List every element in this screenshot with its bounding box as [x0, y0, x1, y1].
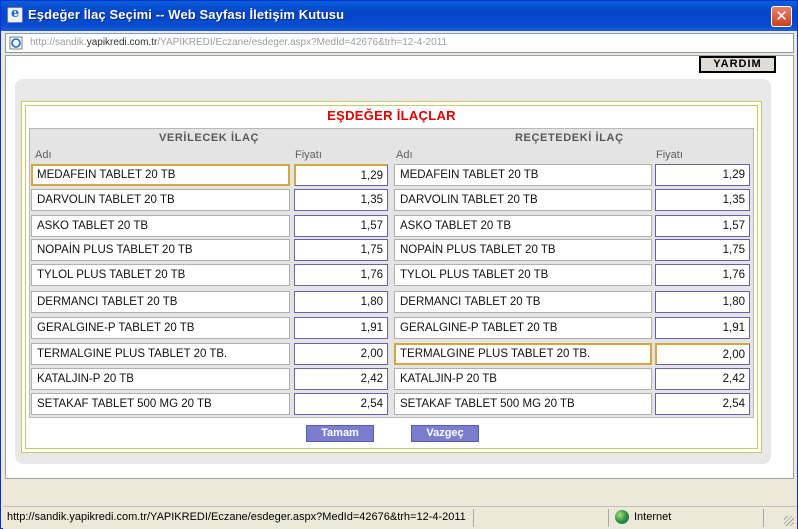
ie-page-icon — [7, 6, 23, 23]
address-suffix: /YAPIKREDI/Eczane/esdeger.aspx?MedId=426… — [157, 37, 448, 48]
resize-grip-icon[interactable] — [784, 516, 794, 526]
left-price-header: Fiyatı — [295, 149, 322, 161]
right-medicine-name-field[interactable]: KATALJIN-P 20 TB — [394, 368, 652, 390]
right-medicine-price-field[interactable]: 1,76 — [655, 264, 750, 286]
left-column-title: VERİLECEK İLAÇ — [159, 132, 260, 144]
page-title: EŞDEĞER İLAÇLAR — [327, 108, 456, 123]
left-medicine-name-field[interactable]: NOPAİN PLUS TABLET 20 TB — [31, 239, 290, 261]
left-medicine-name-field[interactable]: ASKO TABLET 20 TB — [31, 215, 290, 237]
title-bar[interactable]: Eşdeğer İlaç Seçimi -- Web Sayfası İleti… — [1, 1, 797, 31]
close-button[interactable]: ✕ — [771, 6, 792, 27]
right-medicine-name-field[interactable]: DARVOLIN TABLET 20 TB — [394, 189, 652, 211]
left-medicine-price-field[interactable]: 2,42 — [294, 368, 388, 390]
right-medicine-name-field[interactable]: DERMANCI TABLET 20 TB — [394, 291, 652, 313]
help-button[interactable]: YARDIM — [699, 56, 776, 73]
dialog-window: Eşdeğer İlaç Seçimi -- Web Sayfası İleti… — [0, 0, 798, 529]
right-medicine-price-field[interactable]: 1,57 — [655, 215, 750, 237]
right-medicine-name-field[interactable]: MEDAFEIN TABLET 20 TB — [394, 164, 652, 186]
window-title: Eşdeğer İlaç Seçimi -- Web Sayfası İleti… — [28, 7, 345, 22]
right-column-title: REÇETEDEKİ İLAÇ — [515, 132, 624, 144]
status-divider — [763, 509, 764, 527]
status-bar: http://sandik.yapikredi.com.tr/YAPIKREDI… — [3, 506, 797, 529]
left-medicine-price-field[interactable]: 1,35 — [294, 189, 388, 211]
left-name-header: Adı — [35, 149, 52, 161]
left-medicine-price-field[interactable]: 1,75 — [294, 239, 388, 261]
left-medicine-price-field[interactable]: 2,54 — [294, 393, 388, 415]
right-medicine-price-field[interactable]: 2,42 — [655, 368, 750, 390]
right-medicine-price-field[interactable]: 2,00 — [655, 343, 750, 365]
right-price-header: Fiyatı — [656, 149, 683, 161]
address-host: yapikredi.com.tr — [86, 37, 158, 48]
left-medicine-name-field[interactable]: KATALJIN-P 20 TB — [31, 368, 290, 390]
left-medicine-price-field[interactable]: 1,29 — [294, 164, 388, 186]
right-medicine-price-field[interactable]: 1,91 — [655, 317, 750, 339]
right-medicine-name-field[interactable]: TERMALGINE PLUS TABLET 20 TB. — [394, 343, 652, 365]
left-medicine-name-field[interactable]: SETAKAF TABLET 500 MG 20 TB — [31, 393, 290, 415]
status-zone: Internet — [634, 511, 672, 523]
left-medicine-name-field[interactable]: DERMANCI TABLET 20 TB — [31, 291, 290, 313]
right-medicine-name-field[interactable]: SETAKAF TABLET 500 MG 20 TB — [394, 393, 652, 415]
status-divider — [608, 509, 609, 527]
right-medicine-name-field[interactable]: ASKO TABLET 20 TB — [394, 215, 652, 237]
right-medicine-price-field[interactable]: 1,29 — [655, 164, 750, 186]
right-medicine-name-field[interactable]: TYLOL PLUS TABLET 20 TB — [394, 264, 652, 286]
internet-zone-icon — [615, 510, 629, 524]
left-medicine-price-field[interactable]: 1,76 — [294, 264, 388, 286]
status-url: http://sandik.yapikredi.com.tr/YAPIKREDI… — [7, 511, 466, 523]
right-name-header: Adı — [396, 149, 413, 161]
address-bar: http://sandik.yapikredi.com.tr/YAPIKREDI… — [5, 33, 794, 53]
cancel-button[interactable]: Vazgeç — [411, 425, 479, 442]
right-medicine-price-field[interactable]: 1,80 — [655, 291, 750, 313]
right-medicine-price-field[interactable]: 1,75 — [655, 239, 750, 261]
ok-button[interactable]: Tamam — [306, 425, 374, 442]
right-medicine-name-field[interactable]: NOPAİN PLUS TABLET 20 TB — [394, 239, 652, 261]
address-url: http://sandik.yapikredi.com.tr/YAPIKREDI… — [30, 37, 447, 48]
left-medicine-name-field[interactable]: MEDAFEIN TABLET 20 TB — [31, 164, 290, 186]
left-medicine-name-field[interactable]: DARVOLIN TABLET 20 TB — [31, 189, 290, 211]
left-medicine-name-field[interactable]: GERALGINE-P TABLET 20 TB — [31, 317, 290, 339]
left-medicine-name-field[interactable]: TERMALGINE PLUS TABLET 20 TB. — [31, 343, 290, 365]
left-medicine-price-field[interactable]: 2,00 — [294, 343, 388, 365]
left-medicine-name-field[interactable]: TYLOL PLUS TABLET 20 TB — [31, 264, 290, 286]
left-medicine-price-field[interactable]: 1,80 — [294, 291, 388, 313]
address-prefix: http://sandik. — [30, 37, 87, 48]
left-medicine-price-field[interactable]: 1,57 — [294, 215, 388, 237]
page-icon — [9, 36, 23, 50]
right-medicine-name-field[interactable]: GERALGINE-P TABLET 20 TB — [394, 317, 652, 339]
left-medicine-price-field[interactable]: 1,91 — [294, 317, 388, 339]
right-medicine-price-field[interactable]: 1,35 — [655, 189, 750, 211]
right-medicine-price-field[interactable]: 2,54 — [655, 393, 750, 415]
status-divider — [473, 509, 474, 527]
